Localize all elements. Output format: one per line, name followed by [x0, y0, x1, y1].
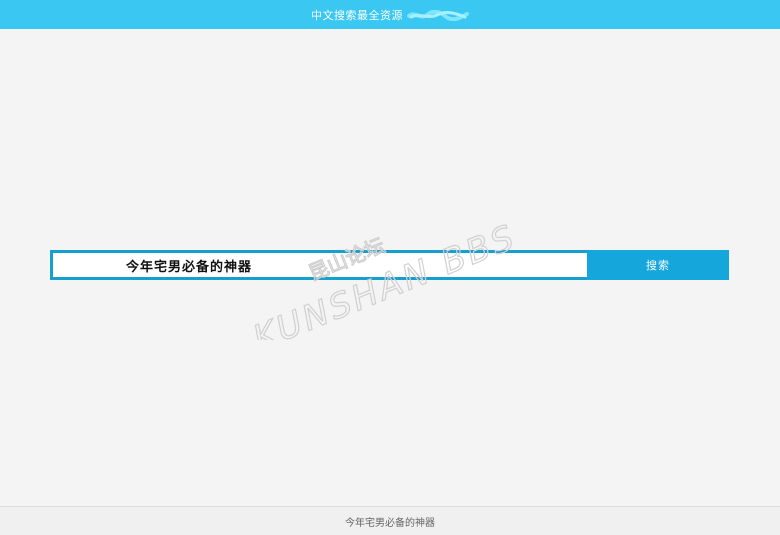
page: 中文搜索最全资源 搜索 昆山论坛 KUNSHAN BBS 今年宅男必备的神器 [0, 0, 780, 535]
search-button[interactable]: 搜索 [587, 250, 729, 280]
footer-bar: 今年宅男必备的神器 [0, 506, 780, 535]
footer-text: 今年宅男必备的神器 [345, 517, 435, 529]
search-box[interactable] [50, 250, 587, 280]
header-title: 中文搜索最全资源 [311, 8, 403, 22]
redacted-scribble [407, 10, 469, 21]
search-bar: 搜索 [50, 250, 729, 280]
top-header-bar: 中文搜索最全资源 [0, 0, 780, 29]
search-input[interactable] [126, 253, 587, 277]
